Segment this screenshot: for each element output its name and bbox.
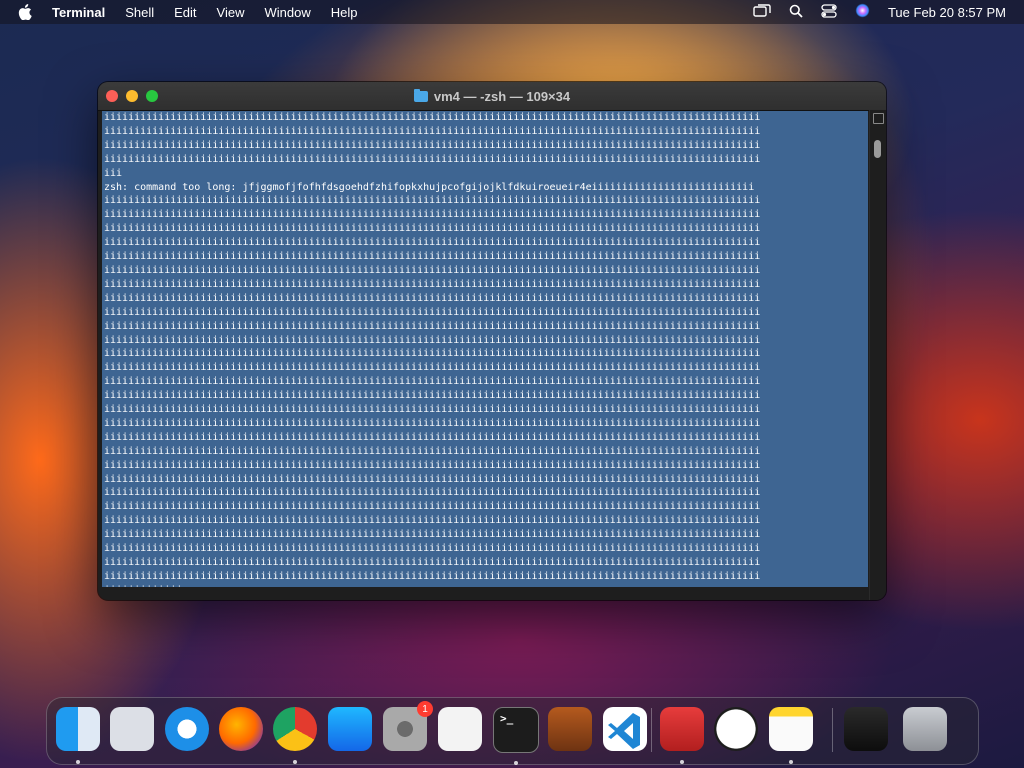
running-indicator [293, 760, 297, 764]
terminal-line: iiiiiiiiiiiiiiiiiiiiiiiiiiiiiiiiiiiiiiii… [104, 473, 761, 485]
terminal-line: iiiiiiiiiiiiiiiiiiiiiiiiiiiiiiiiiiiiiiii… [104, 570, 761, 582]
terminal-line: iiiiiiiiiiiiiiiiiiiiiiiiiiiiiiiiiiiiiiii… [104, 320, 761, 332]
terminal-line: iiiiiiiiiiiiiiiiiiiiiiiiiiiiiiiiiiiiiiii… [104, 334, 761, 346]
notes-icon[interactable] [769, 707, 813, 764]
terminal-window: vm4 — -zsh — 109×34 iiiiiiiiiiiiiiiiiiii… [98, 82, 886, 600]
spotlight-search-icon[interactable] [789, 4, 803, 21]
system-settings-icon[interactable]: 1 [383, 701, 433, 751]
vertical-scrollbar[interactable] [869, 110, 886, 600]
terminal-prompt-glyph: >_ [500, 712, 514, 725]
vscode-icon[interactable] [603, 707, 647, 751]
terminal-line: iiiiiiiiiiiiiiiiiiiiiiiiiiiiiiiiiiiiiiii… [104, 348, 761, 360]
control-center-icon[interactable] [821, 3, 837, 21]
screen-recording-icon[interactable] [844, 707, 888, 751]
terminal-line: iiiiiiiiiiiiiiiiiiiiiiiiiiiiiiiiiiiiiiii… [104, 278, 761, 290]
chrome-icon[interactable] [273, 707, 317, 764]
firefox-icon[interactable] [219, 707, 263, 751]
terminal-line: iiiiiiiiiiiiiiiiiiiiiiiiiiiiiiiiiiiiiiii… [104, 306, 761, 318]
clock-icon[interactable] [714, 707, 758, 751]
terminal-line: iiiiiiiiiiiiiiiiiiiiiiiiiiiiiiiiiiiiiiii… [104, 292, 761, 304]
terminal-line: iiiiiiiiiiiiiiiiiiiiiiiiiiiiiiiiiiiiiiii… [104, 445, 761, 457]
window-title: vm4 — -zsh — 109×34 [98, 82, 886, 110]
terminal-error-line: zsh: command too long: jfjggmofjfofhfdsg… [104, 181, 755, 193]
terminal-line: iiiiiiiiiiiiiiiiiiiiiiiiiiiiiiiiiiiiiiii… [104, 431, 761, 443]
siri-icon[interactable] [855, 3, 870, 21]
dock: 1 >_ [46, 697, 979, 765]
terminal-line: iiiiiiiiiiiiiiiiiiiiiiiiiiiiiiiiiiiiiiii… [104, 264, 761, 276]
terminal-line: iiiiiiiiiiiiiiiiiiiiiiiiiiiiiiiiiiiiiiii… [104, 195, 761, 207]
textedit-icon[interactable] [438, 707, 482, 751]
terminal-line: iiiiiiiiiiiiiiiiiiiiiiiiiiiiiiiiiiiiiiii… [104, 515, 761, 527]
running-indicator [789, 760, 793, 764]
trash-icon[interactable] [903, 707, 947, 751]
terminal-line: iii [104, 167, 123, 179]
screen-mirroring-icon[interactable] [753, 3, 771, 21]
terminal-icon[interactable]: >_ [493, 707, 539, 765]
terminal-line: iiiiiiiiiiiiiiiiiiiiiiiiiiiiiiiiiiiiiiii… [104, 362, 761, 374]
running-indicator [76, 760, 80, 764]
folder-icon [413, 88, 428, 102]
terminal-content[interactable]: iiiiiiiiiiiiiiiiiiiiiiiiiiiiiiiiiiiiiiii… [102, 111, 868, 587]
menu-bar: Terminal Shell Edit View Window Help Tue… [0, 0, 1024, 24]
garageband-icon[interactable] [548, 707, 592, 751]
terminal-line: iiiiiiiiiiiiiiiiiiiiiiiiiiiiiiiiiiiiiiii… [104, 404, 761, 416]
safari-icon[interactable] [165, 707, 209, 751]
menu-edit[interactable]: Edit [174, 5, 196, 20]
notification-badge: 1 [417, 701, 433, 717]
menu-view[interactable]: View [217, 5, 245, 20]
terminal-line: iiiiiiiiiiiiiiiiiiiiiiiiiiiiiiiiiiiiiiii… [104, 390, 761, 402]
menu-help[interactable]: Help [331, 5, 358, 20]
terminal-line: iiiiiiiiiiiiiiiiiiiiiiiiiiiiiiiiiiiiiiii… [104, 237, 761, 249]
dock-separator [832, 708, 833, 752]
menubar-clock[interactable]: Tue Feb 20 8:57 PM [888, 5, 1006, 20]
photo-booth-icon[interactable] [660, 707, 704, 764]
terminal-line: iiiiiiiiiiiiiiiiiiiiiiiiiiiiiiiiiiiiiiii… [104, 153, 761, 165]
launchpad-icon[interactable] [110, 707, 154, 751]
terminal-output[interactable]: iiiiiiiiiiiiiiiiiiiiiiiiiiiiiiiiiiiiiiii… [104, 111, 866, 587]
terminal-line: iiiiiiiiiiiiiiiiiiiiiiiiiiiiiiiiiiiiiiii… [104, 459, 761, 471]
terminal-line: iiiiiiiiiiiiiiiiiiiiiiiiiiiiiiiiiiiiiiii… [104, 209, 761, 221]
terminal-line: iiiiiiiiiiiiiiiiiiiiiiiiiiiiiiiiiiiiiiii… [104, 557, 761, 568]
window-titlebar[interactable]: vm4 — -zsh — 109×34 [98, 82, 886, 111]
dock-separator [651, 708, 652, 752]
menu-window[interactable]: Window [265, 5, 311, 20]
terminal-line: iiiiiiiiiiiiiiiiiiiiiiiiiiiiiiiiiiiiiiii… [104, 125, 761, 137]
terminal-line: iiiiiiiiiiiiiiiiiiiiiiiiiiiiiiiiiiiiiiii… [104, 417, 761, 429]
menu-app-terminal[interactable]: Terminal [52, 5, 105, 20]
app-store-icon[interactable] [328, 707, 372, 751]
scrollbar-thumb[interactable] [874, 140, 881, 158]
terminal-line: iiiiiiiiiiiiiiiiiiiiiiiiiiiiiiiiiiiiiiii… [104, 543, 761, 555]
terminal-line: iiiiiiiiiiiii [104, 584, 866, 587]
terminal-line: iiiiiiiiiiiiiiiiiiiiiiiiiiiiiiiiiiiiiiii… [104, 487, 761, 499]
terminal-line: iiiiiiiiiiiiiiiiiiiiiiiiiiiiiiiiiiiiiiii… [104, 223, 761, 235]
terminal-line: iiiiiiiiiiiiiiiiiiiiiiiiiiiiiiiiiiiiiiii… [104, 501, 761, 513]
finder-icon[interactable] [56, 707, 100, 764]
terminal-line: iiiiiiiiiiiiiiiiiiiiiiiiiiiiiiiiiiiiiiii… [104, 139, 761, 151]
terminal-line: iiiiiiiiiiiiiiiiiiiiiiiiiiiiiiiiiiiiiiii… [104, 112, 761, 123]
split-pane-icon[interactable] [873, 113, 884, 124]
terminal-line: iiiiiiiiiiiiiiiiiiiiiiiiiiiiiiiiiiiiiiii… [104, 376, 761, 388]
terminal-line: iiiiiiiiiiiiiiiiiiiiiiiiiiiiiiiiiiiiiiii… [104, 529, 761, 541]
terminal-line: iiiiiiiiiiiiiiiiiiiiiiiiiiiiiiiiiiiiiiii… [104, 251, 761, 263]
window-title-text: vm4 — -zsh — 109×34 [433, 88, 571, 104]
running-indicator [680, 760, 684, 764]
menu-shell[interactable]: Shell [125, 5, 154, 20]
apple-logo-icon[interactable] [18, 4, 36, 20]
running-indicator [514, 761, 518, 765]
